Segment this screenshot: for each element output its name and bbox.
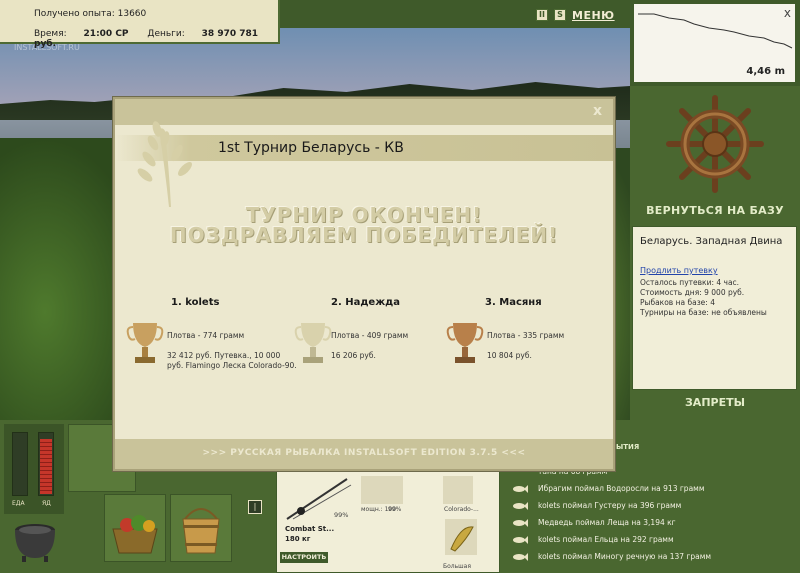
bans-button[interactable]: ЗАПРЕТЫ [630,396,800,409]
depth-panel: x 4,46 m [632,2,797,84]
return-to-base-button[interactable]: ВЕРНУТЬСЯ НА БАЗУ [630,204,800,217]
fish-icon [513,502,528,510]
rod-condition: 99% [334,511,349,519]
reel-condition: 99% [388,506,402,513]
fish-icon [513,536,528,544]
dialog-footer-bar: >>> РУССКАЯ РЫБАЛКА INSTALLSOFT EDITION … [115,439,613,469]
base-tournaments: Турниры на базе: не объявлены [640,308,767,317]
event-text: kolets поймал Миногу речную на 137 грамм [538,552,712,561]
event-text: kolets поймал Ельца на 292 грамм [538,535,674,544]
inventory-slot-bucket[interactable] [170,494,232,562]
winner-2-prize: 16 206 руб. [331,351,376,360]
depth-profile-line [638,13,793,49]
line-slot[interactable] [443,476,473,504]
tackle-panel: 99% Combat St... 180 кг НАСТРОИТЬ мощн.:… [276,470,500,573]
food-label: ЕДА [12,500,25,507]
base-info-panel: Беларусь. Западная Двина Продлить путевк… [632,226,797,390]
experience-label: Получено опыта: [34,9,115,19]
inventory-slot-basket[interactable] [104,494,166,562]
line-name: Colorado-... [444,506,479,513]
lure-name: Большая [443,563,471,570]
winner-2-catch: Плотва - 409 грамм [331,331,409,340]
extend-permit-link[interactable]: Продлить путевку [640,266,789,275]
fish-icon [513,519,528,527]
money-label: Деньги: [147,29,185,39]
trophy-cup-icon [126,323,164,363]
winner-3-name: 3. Масяня [485,297,542,308]
base-day-cost: Стоимость дня: 9 000 руб. [640,288,745,297]
poison-label: ЯД [42,500,51,507]
winner-1-name: 1. kolets [171,297,220,308]
event-text: Медведь поймал Леща на 3,194 кг [538,518,676,527]
info-panel: Получено опыта: 13660 Время: 21:00 СР Де… [0,0,280,49]
event-item: Ибрагим поймал Водоросли на 913 грамм [506,482,798,496]
dialog-title: 1st Турнир Беларусь - КВ [218,140,404,156]
winner-1-catch: Плотва - 774 грамм [167,331,245,340]
event-item: kolets поймал Ельца на 292 грамм [506,533,798,547]
base-anglers-count: Рыбаков на базе: 4 [640,298,715,307]
sound-button[interactable]: S [554,9,566,21]
poison-meter [38,432,54,496]
top-controls: II S МЕНЮ [536,8,615,22]
lure-slot[interactable] [445,519,477,555]
depth-value: 4,46 m [746,66,785,77]
poison-meter-fill [40,439,52,494]
status-meters: ЕДА ЯД [4,424,64,514]
helm-icon[interactable] [665,94,765,194]
time-value: 21:00 СР [83,29,129,39]
dialog-close-button[interactable]: x [593,103,602,119]
winner-1-prize: 32 412 руб. Путевка., 10 000 руб. Flamin… [167,351,297,370]
setup-rod-button[interactable]: НАСТРОИТЬ [280,552,328,563]
rod-max-weight: 180 кг [285,535,311,543]
time-money-row: Время: 21:00 СР Деньги: 38 970 781 руб. [34,29,274,49]
tournament-results-dialog: x 1st Турнир Беларусь - КВ ТУРНИР ОКОНЧЕ… [113,97,615,471]
winner-2-name: 2. Надежда [331,297,400,308]
depth-close-button[interactable]: x [784,6,791,20]
congratulations-headline: ПОЗДРАВЛЯЕМ ПОБЕДИТЕЛЕЙ! [169,223,559,247]
event-text: kolets поймал Густеру на 396 грамм [538,501,682,510]
reel-slot[interactable] [361,476,403,504]
fish-icon [513,485,528,493]
event-item: Медведь поймал Леща на 3,194 кг [506,516,798,530]
experience-value: 13660 [117,9,147,19]
menu-button[interactable]: МЕНЮ [572,9,615,22]
event-item: kolets поймал Миногу речную на 137 грамм [506,550,798,564]
trophy-cup-icon [294,323,332,363]
time-label: Время: [34,29,67,39]
rod-name: Combat St... [285,525,335,533]
game-edition-label: >>> РУССКАЯ РЫБАЛКА INSTALLSOFT EDITION … [202,448,526,458]
winner-3-prize: 10 804 руб. [487,351,532,360]
winner-3-catch: Плотва - 335 грамм [487,331,565,340]
event-text: Ибрагим поймал Водоросли на 913 грамм [538,484,705,493]
pause-button[interactable]: II [536,9,548,21]
trophy-cup-icon [446,323,484,363]
fish-icon [513,553,528,561]
base-name: Беларусь. Западная Двина [640,236,783,247]
vegetable-basket-icon [112,515,158,554]
cooking-pot-icon[interactable] [10,518,60,564]
lure-icon [450,526,474,552]
wheat-icon [137,121,192,207]
event-item: kolets поймал Густеру на 396 грамм [506,499,798,513]
base-permit-remaining: Осталось путевки: 4 час. [640,278,740,287]
experience-row: Получено опыта: 13660 [34,9,146,19]
wooden-bucket-icon [182,508,220,554]
inventory-toggle-button[interactable]: | [248,500,262,514]
food-meter [12,432,28,496]
